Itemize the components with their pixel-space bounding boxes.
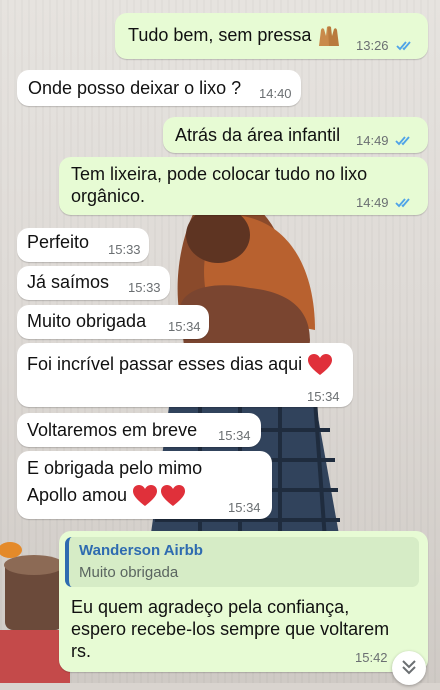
message-bubble-incoming[interactable]: Muito obrigada 15:34 xyxy=(17,305,209,339)
message-time: 15:34 xyxy=(168,319,201,334)
message-text: Já saímos xyxy=(27,272,110,292)
message-text: Onde posso deixar o lixo ? xyxy=(28,78,242,98)
message-time: 15:33 xyxy=(108,242,141,257)
raised-hands-emoji xyxy=(319,26,340,47)
double-chevron-down-icon xyxy=(402,660,416,675)
message-text-line-2: espero recebe-los sempre que voltarem xyxy=(71,619,390,639)
message-bubble-outgoing[interactable]: Tem lixeira, pode colocar tudo no lixo o… xyxy=(59,157,428,215)
message-time: 15:33 xyxy=(128,280,161,295)
message-bubble-outgoing-reply[interactable]: Wanderson Airbb Muito obrigada Eu quem a… xyxy=(59,531,428,672)
message-text: Voltaremos em breve xyxy=(27,420,198,440)
read-ticks-icon xyxy=(395,198,410,208)
message-bubble-incoming[interactable]: Onde posso deixar o lixo ? 14:40 xyxy=(17,70,301,106)
message-text: Foi incrível passar esses dias aqui xyxy=(27,351,333,377)
message-time: 15:34 xyxy=(307,389,340,404)
message-time: 15:34 xyxy=(228,500,261,515)
message-time: 14:49 xyxy=(356,195,389,210)
message-bubble-incoming[interactable]: E obrigada pelo mimo Apollo amou 15:34 xyxy=(17,451,272,519)
message-time: 14:49 xyxy=(356,133,389,148)
message-text: Tudo bem, sem pressa xyxy=(128,22,342,48)
message-text: Perfeito xyxy=(27,232,90,252)
message-bubble-incoming[interactable]: Foi incrível passar esses dias aqui 15:3… xyxy=(17,343,353,407)
message-time: 13:26 xyxy=(356,38,389,53)
message-bubble-outgoing[interactable]: Tudo bem, sem pressa 13:26 xyxy=(115,13,428,59)
two-red-hearts-emoji xyxy=(133,485,186,507)
message-time: 14:40 xyxy=(259,86,292,101)
read-ticks-icon xyxy=(396,41,411,51)
message-time: 15:42 xyxy=(355,650,388,665)
message-time: 15:34 xyxy=(218,428,251,443)
scroll-to-bottom-button[interactable] xyxy=(392,651,426,685)
message-text-line-2: orgânico. xyxy=(71,186,146,206)
message-bubble-incoming[interactable]: Já saímos 15:33 xyxy=(17,266,170,300)
red-heart-emoji xyxy=(308,354,333,376)
message-text-line-3: rs. xyxy=(71,641,91,661)
message-bubble-incoming[interactable]: Voltaremos em breve 15:34 xyxy=(17,413,261,447)
quoted-text: Muito obrigada xyxy=(79,564,179,581)
message-text-line-2: Apollo amou xyxy=(27,482,186,508)
quoted-message[interactable]: Wanderson Airbb Muito obrigada xyxy=(65,537,419,587)
message-text: Muito obrigada xyxy=(27,311,147,331)
message-text-line-1: E obrigada pelo mimo xyxy=(27,458,203,478)
message-bubble-incoming[interactable]: Perfeito 15:33 xyxy=(17,228,149,262)
message-bubble-outgoing[interactable]: Atrás da área infantil 14:49 xyxy=(163,117,428,153)
read-ticks-icon xyxy=(395,136,410,146)
quoted-author: Wanderson Airbb xyxy=(79,542,203,559)
message-text: Atrás da área infantil xyxy=(175,125,341,145)
